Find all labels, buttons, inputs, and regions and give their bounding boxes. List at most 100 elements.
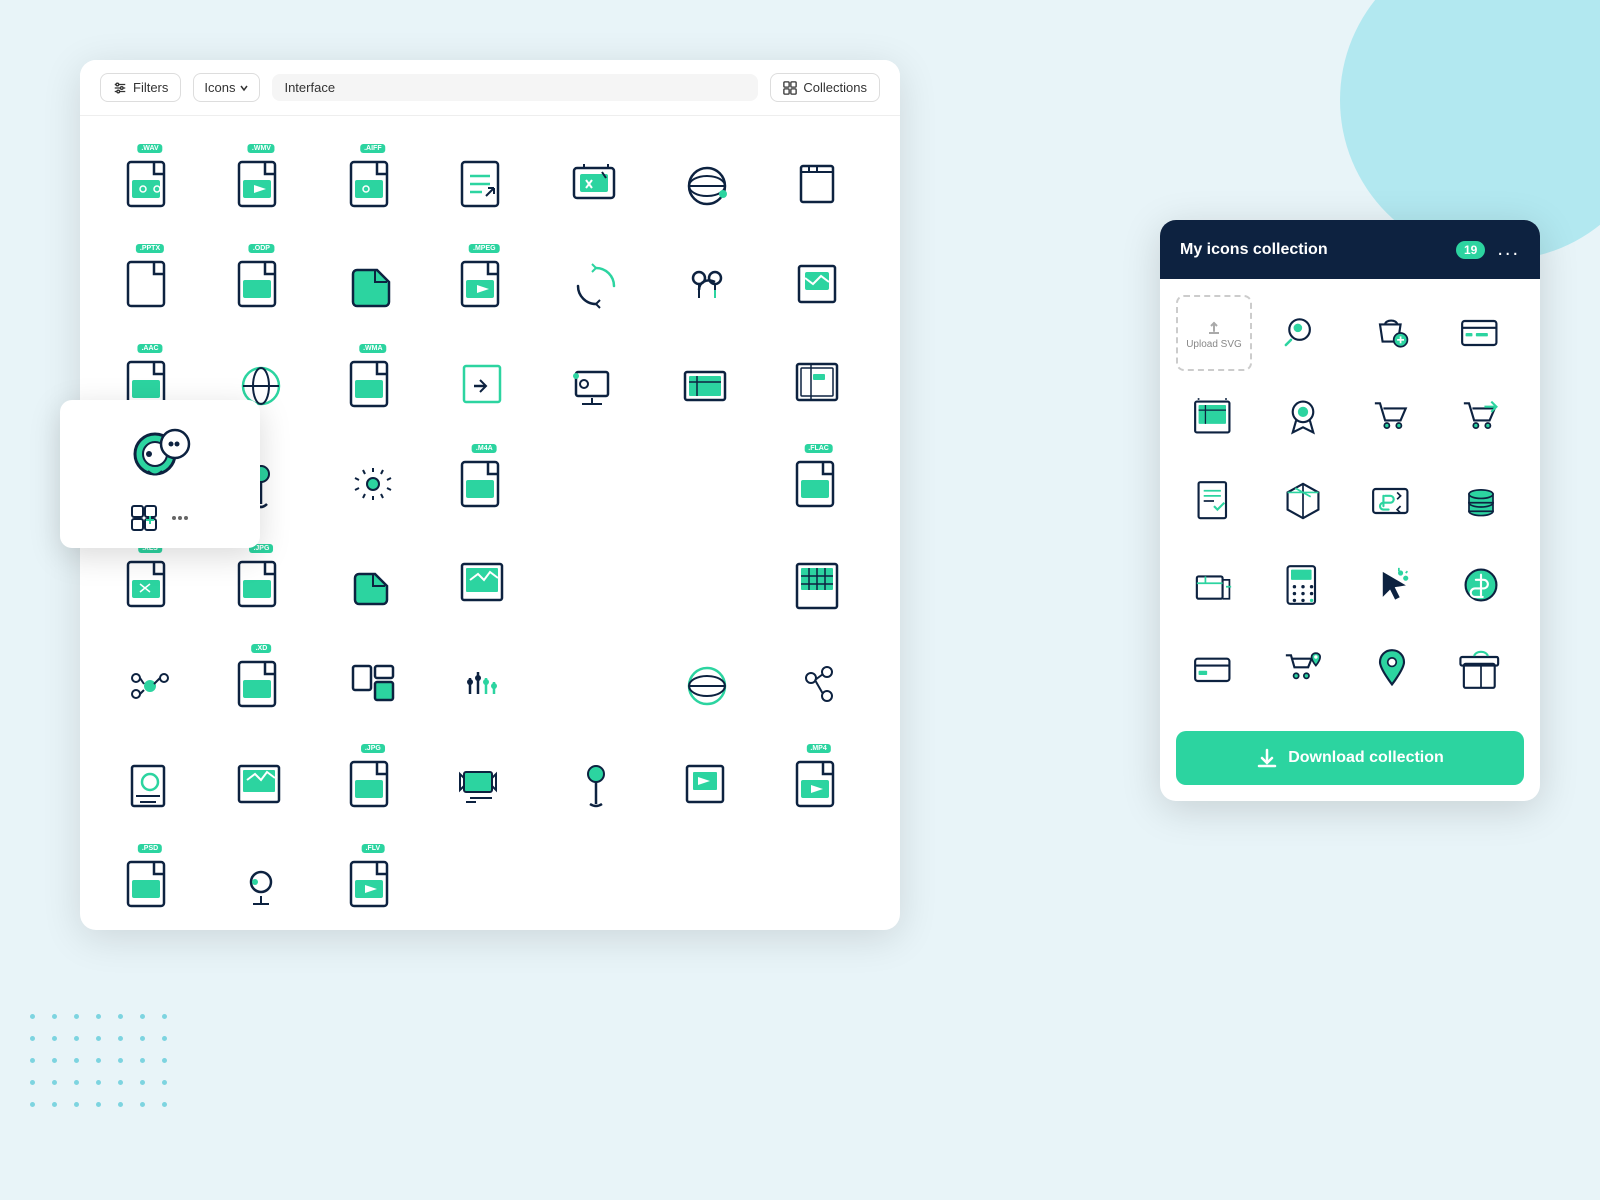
list-item[interactable] <box>546 536 646 636</box>
list-item[interactable] <box>546 236 646 336</box>
list-item[interactable] <box>1354 631 1430 707</box>
list-item[interactable] <box>769 336 869 436</box>
format-badge: .PPTX <box>136 244 164 253</box>
format-badge: .ODP <box>249 244 274 253</box>
list-item[interactable]: .MPEG <box>434 236 534 336</box>
list-item[interactable] <box>323 436 423 536</box>
list-item[interactable]: .ODP <box>211 236 311 336</box>
list-item[interactable]: .JPG <box>211 536 311 636</box>
filter-icon <box>113 81 127 95</box>
list-item[interactable]: .XD <box>211 636 311 736</box>
list-item[interactable] <box>323 636 423 736</box>
collections-button[interactable]: Collections <box>770 73 880 102</box>
list-item[interactable] <box>1176 547 1252 623</box>
list-item[interactable] <box>1265 631 1341 707</box>
list-item[interactable] <box>211 836 311 930</box>
list-item[interactable]: .FLV <box>323 836 423 930</box>
search-bar[interactable] <box>272 74 758 101</box>
format-badge: .WMA <box>359 344 386 353</box>
list-item[interactable] <box>1443 379 1519 455</box>
toolbar: Filters Icons Collections <box>80 60 900 116</box>
list-item[interactable] <box>1443 463 1519 539</box>
collection-more-button[interactable]: ... <box>1497 238 1520 261</box>
list-item[interactable] <box>546 736 646 836</box>
list-item[interactable]: .WAV <box>100 136 200 236</box>
format-badge: .FLV <box>362 844 385 853</box>
list-item[interactable]: .AIFF <box>323 136 423 236</box>
list-item[interactable] <box>434 636 534 736</box>
collections-label: Collections <box>803 80 867 95</box>
list-item[interactable] <box>100 736 200 836</box>
search-input[interactable] <box>284 80 746 95</box>
list-item[interactable] <box>1176 631 1252 707</box>
list-item[interactable] <box>546 636 646 736</box>
icons-dropdown[interactable]: Icons <box>193 73 260 102</box>
list-item[interactable] <box>1176 379 1252 455</box>
list-item[interactable]: .WMA <box>323 336 423 436</box>
collection-count: 19 <box>1456 241 1485 259</box>
list-item[interactable] <box>657 736 757 836</box>
list-item[interactable]: .M4A <box>434 436 534 536</box>
filter-button[interactable]: Filters <box>100 73 181 102</box>
list-item[interactable] <box>769 536 869 636</box>
list-item[interactable] <box>769 136 869 236</box>
icons-label: Icons <box>204 80 235 95</box>
format-badge: .PSD <box>138 844 162 853</box>
hover-card-icon <box>120 416 200 496</box>
list-item[interactable] <box>434 336 534 436</box>
format-badge: .AIFF <box>360 144 386 153</box>
list-item[interactable] <box>1443 631 1519 707</box>
list-item[interactable] <box>657 636 757 736</box>
list-item[interactable] <box>546 136 646 236</box>
format-badge: .MPEG <box>469 244 500 253</box>
list-item[interactable] <box>1443 295 1519 371</box>
list-item[interactable] <box>657 536 757 636</box>
format-badge: .JPG <box>361 744 385 753</box>
list-item[interactable] <box>1354 379 1430 455</box>
upload-icon <box>1204 317 1224 337</box>
hover-card-actions <box>130 504 190 532</box>
upload-svg-cell[interactable]: Upload SVG <box>1176 295 1252 371</box>
list-item[interactable]: .FLAC <box>769 436 869 536</box>
download-icon <box>1256 747 1278 769</box>
list-item[interactable] <box>434 136 534 236</box>
list-item[interactable] <box>1176 463 1252 539</box>
collection-icon-grid: Upload SVG <box>1160 279 1540 723</box>
list-item[interactable] <box>1265 379 1341 455</box>
list-item[interactable] <box>546 336 646 436</box>
list-item[interactable]: .JPG <box>323 736 423 836</box>
add-to-collection-icon[interactable] <box>130 504 158 532</box>
list-item[interactable] <box>100 636 200 736</box>
dots-decoration <box>30 1014 180 1120</box>
filter-label: Filters <box>133 80 168 95</box>
list-item[interactable] <box>769 236 869 336</box>
collections-icon <box>783 81 797 95</box>
list-item[interactable] <box>1265 295 1341 371</box>
list-item[interactable] <box>657 236 757 336</box>
list-item[interactable] <box>323 536 423 636</box>
hover-card <box>60 400 260 548</box>
list-item[interactable] <box>1354 463 1430 539</box>
list-item[interactable] <box>434 736 534 836</box>
list-item[interactable] <box>657 136 757 236</box>
upload-svg-label: Upload SVG <box>1186 339 1242 350</box>
list-item[interactable] <box>1265 547 1341 623</box>
list-item[interactable] <box>1265 463 1341 539</box>
list-item[interactable] <box>323 236 423 336</box>
format-badge: .MP4 <box>806 744 830 753</box>
download-collection-button[interactable]: Download collection <box>1176 731 1524 785</box>
list-item[interactable] <box>211 736 311 836</box>
list-item[interactable] <box>1354 295 1430 371</box>
list-item[interactable] <box>657 336 757 436</box>
list-item[interactable] <box>1443 547 1519 623</box>
list-item[interactable]: .PSD <box>100 836 200 930</box>
list-item[interactable] <box>769 636 869 736</box>
list-item[interactable]: .PPTX <box>100 236 200 336</box>
list-item[interactable] <box>434 536 534 636</box>
collection-panel: My icons collection 19 ... Upload SVG <box>1160 220 1540 801</box>
list-item[interactable]: .WMV <box>211 136 311 236</box>
list-item[interactable]: .XLS <box>100 536 200 636</box>
list-item[interactable] <box>1354 547 1430 623</box>
more-options-icon[interactable] <box>170 508 190 528</box>
list-item[interactable]: .MP4 <box>769 736 869 836</box>
